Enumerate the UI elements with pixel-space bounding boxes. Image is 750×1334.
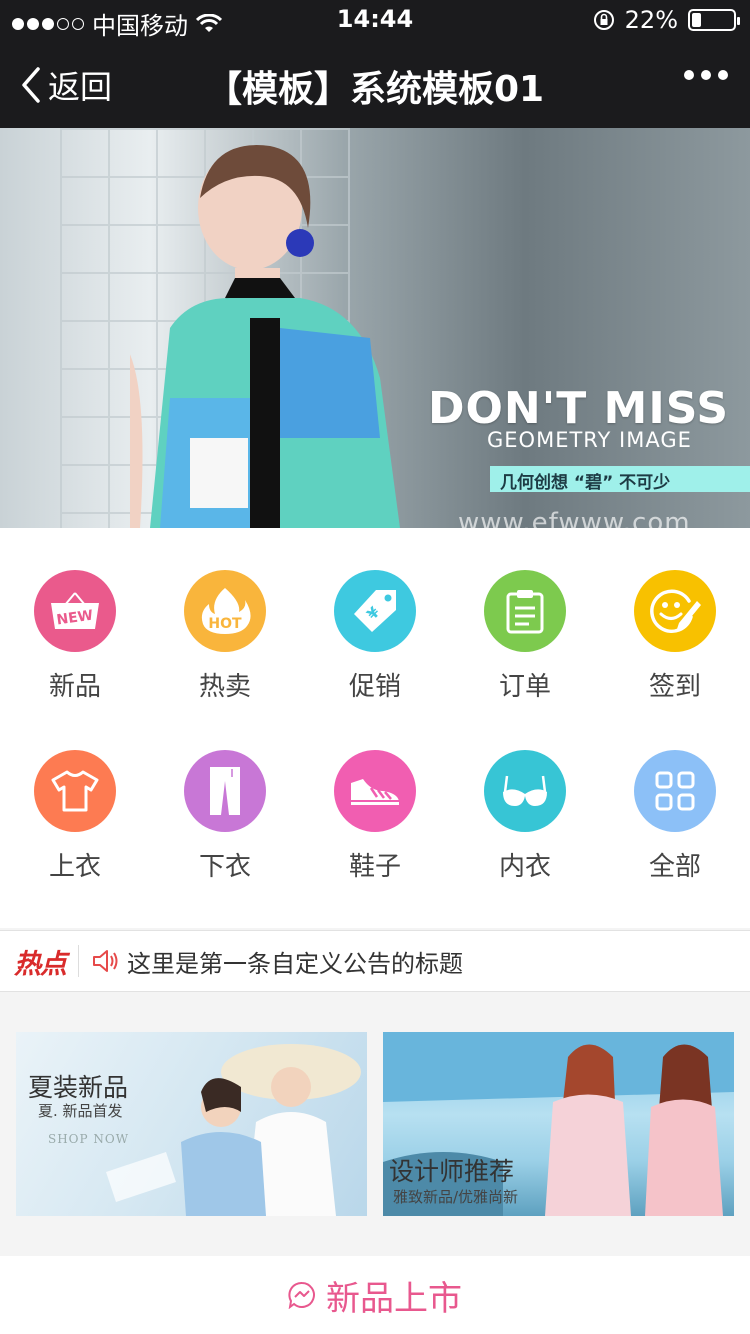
tshirt-icon (51, 770, 99, 812)
rotation-lock-icon (593, 10, 614, 30)
menu-item-bottoms[interactable]: 下衣 (150, 750, 300, 883)
menu-circle: NEW (34, 570, 116, 652)
menu-label: 上衣 (48, 852, 101, 882)
announcement-text: 这里是第一条自定义公告的标题 (127, 949, 463, 978)
navigation-bar: 返回 【模板】系统模板01 (0, 40, 750, 128)
battery-percent: 22% (624, 6, 678, 34)
chevron-left-icon (22, 67, 40, 103)
banner-url: www.efwww.com (458, 508, 691, 528)
speaker-icon (91, 948, 121, 974)
menu-circle: HOT (184, 570, 266, 652)
section-title-text: 新品上市 (326, 1278, 462, 1319)
category-menu: NEW 新品 HOT 热卖 ¥ 促销 订单 签到 上衣 下衣 鞋子 内衣 全部 (0, 528, 750, 928)
menu-circle (634, 750, 716, 832)
menu-circle (334, 750, 416, 832)
menu-item-checkin[interactable]: 签到 (600, 570, 750, 703)
back-label: 返回 (48, 68, 113, 106)
back-button[interactable]: 返回 (20, 62, 112, 108)
clipboard-icon (506, 590, 544, 634)
menu-circle (484, 750, 566, 832)
hot-flame-icon: HOT (201, 588, 251, 634)
sneaker-icon (351, 779, 399, 805)
promo-cta: SHOP NOW (48, 1132, 130, 1146)
menu-item-hot[interactable]: HOT 热卖 (150, 570, 300, 703)
more-dot (701, 70, 711, 80)
promo-subtitle: 雅致新品/优雅尚新 (393, 1188, 519, 1206)
menu-item-promotion[interactable]: ¥ 促销 (300, 570, 450, 703)
banner-model-image (130, 145, 400, 528)
battery-icon (688, 9, 740, 31)
trousers-icon (210, 767, 240, 815)
menu-item-underwear[interactable]: 内衣 (450, 750, 600, 883)
menu-item-shoes[interactable]: 鞋子 (300, 750, 450, 883)
svg-text:HOT: HOT (208, 616, 242, 632)
grid-icon (655, 771, 695, 811)
menu-label: 鞋子 (348, 852, 401, 882)
menu-item-new[interactable]: NEW 新品 (0, 570, 150, 703)
chat-bubble-icon (288, 1281, 315, 1309)
price-tag-icon: ¥ (354, 590, 396, 632)
menu-circle (34, 750, 116, 832)
menu-label: 促销 (348, 672, 401, 702)
smile-sign-icon (650, 589, 701, 634)
promo-summer-image (106, 1044, 361, 1216)
menu-label: 订单 (498, 672, 551, 702)
menu-label: 内衣 (498, 852, 551, 882)
bra-icon (503, 775, 547, 806)
menu-label: 新品 (48, 672, 101, 702)
menu-circle (634, 570, 716, 652)
menu-item-orders[interactable]: 订单 (450, 570, 600, 703)
menu-circle (484, 570, 566, 652)
promo-section: 夏装新品 夏. 新品首发 SHOP NOW 设计师推荐 雅致新品/优雅尚新 (0, 1012, 750, 1242)
banner-tagline: 几何创想 “碧” 不可少 (490, 466, 750, 493)
more-options-button[interactable] (684, 70, 728, 80)
status-bar: 中国移动 14:44 22% (0, 0, 750, 40)
menu-label: 全部 (648, 852, 701, 882)
promo-title: 夏装新品 (28, 1073, 129, 1102)
menu-label: 签到 (648, 672, 701, 702)
menu-item-all[interactable]: 全部 (600, 750, 750, 883)
menu-item-tops[interactable]: 上衣 (0, 750, 150, 883)
menu-label: 热卖 (198, 672, 251, 702)
menu-label: 下衣 (198, 852, 251, 882)
more-dot (684, 70, 694, 80)
more-dot (718, 70, 728, 80)
promo-summer-new[interactable]: 夏装新品 夏. 新品首发 SHOP NOW (16, 1032, 367, 1216)
divider (78, 945, 79, 977)
menu-circle: ¥ (334, 570, 416, 652)
hero-banner[interactable]: DON'T MISS GEOMETRY IMAGE 几何创想 “碧” 不可少 w… (0, 128, 750, 528)
promo-subtitle: 夏. 新品首发 (38, 1102, 123, 1120)
banner-headline: DON'T MISS (428, 383, 730, 434)
promo-title: 设计师推荐 (389, 1157, 515, 1186)
page-title: 【模板】系统模板01 (205, 69, 545, 110)
banner-subline: GEOMETRY IMAGE (487, 428, 692, 452)
section-title-new-arrivals[interactable]: 新品上市 (0, 1256, 750, 1334)
menu-circle (184, 750, 266, 832)
new-tag-icon: NEW (51, 592, 99, 629)
hot-badge: 热点 (14, 948, 67, 980)
promo-designer-picks[interactable]: 设计师推荐 雅致新品/优雅尚新 (383, 1032, 734, 1216)
announcement-bar[interactable]: 热点 这里是第一条自定义公告的标题 (0, 930, 750, 992)
